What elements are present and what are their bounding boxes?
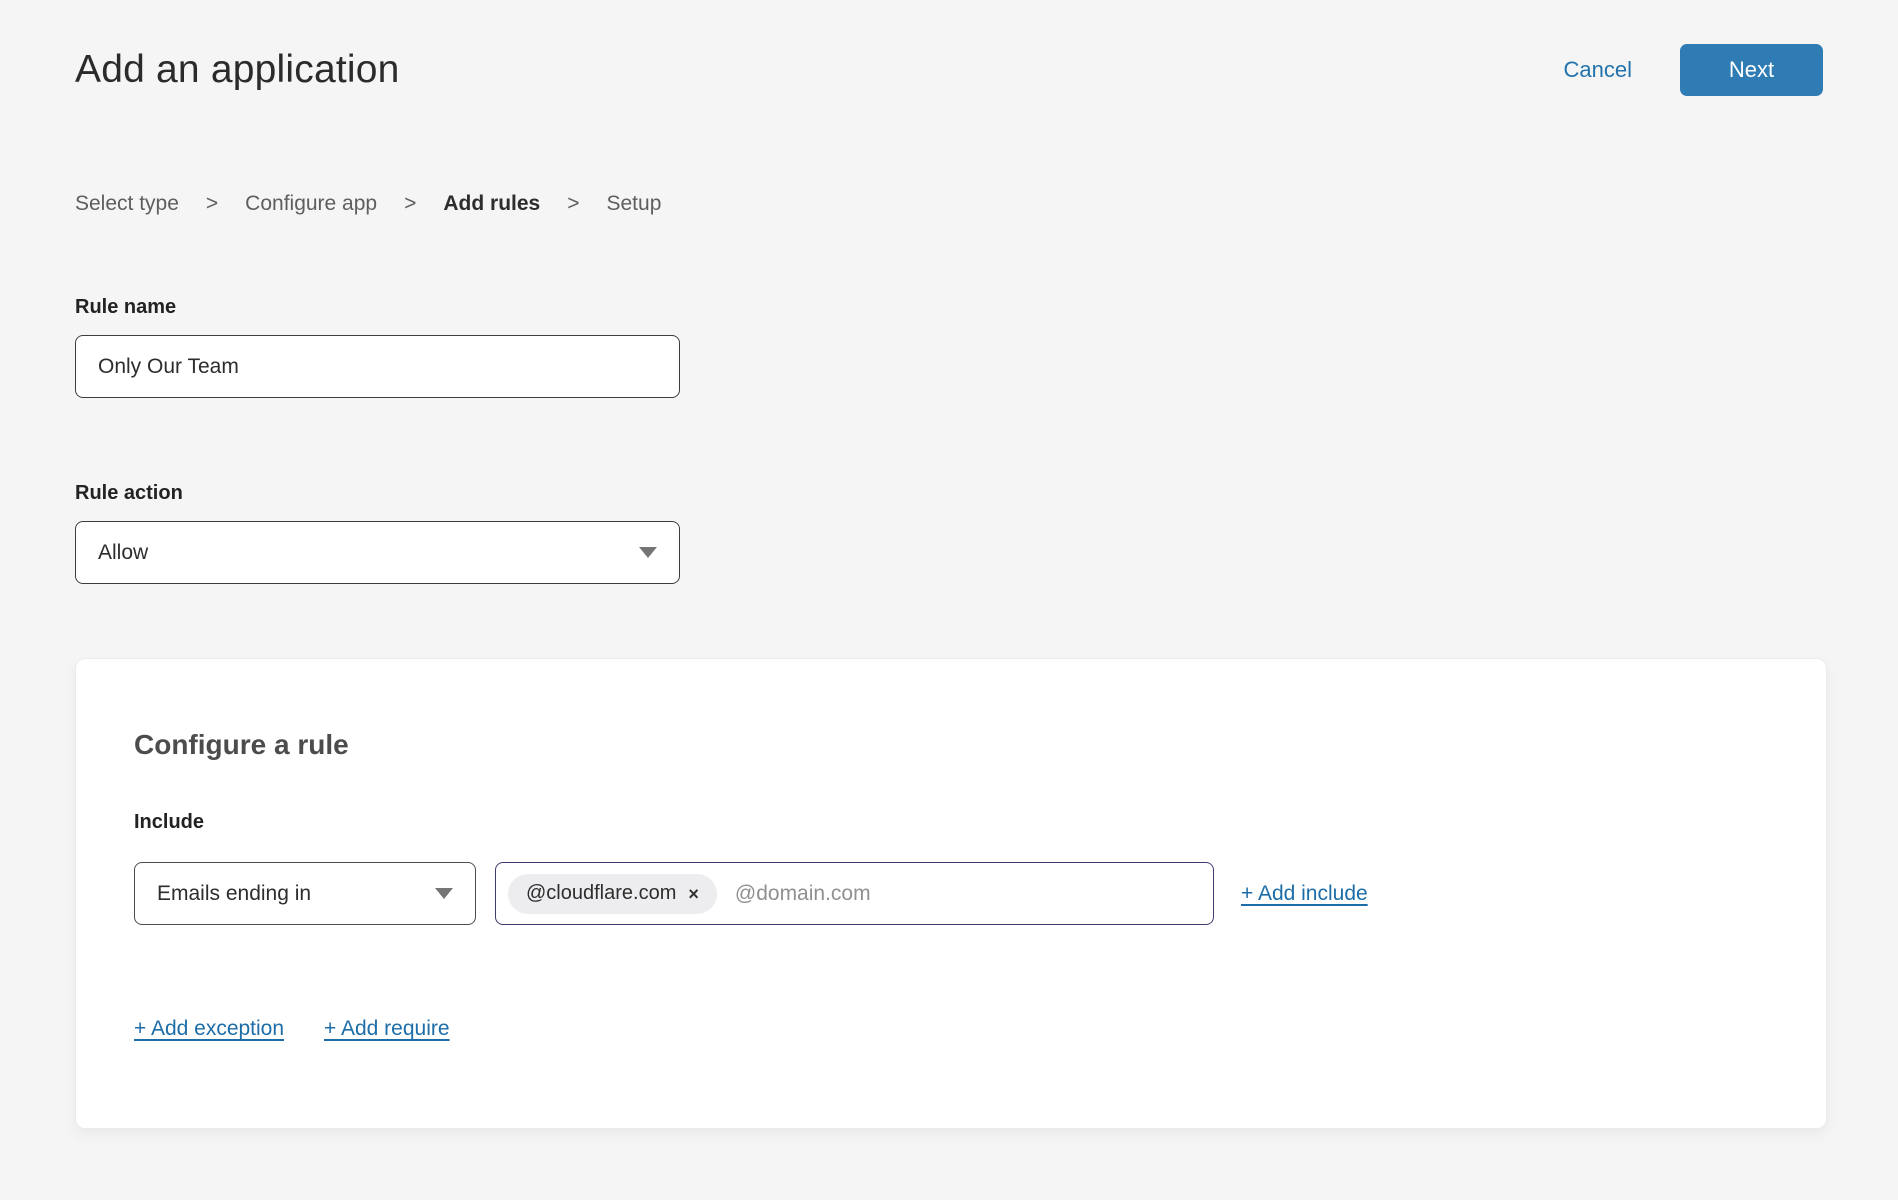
breadcrumb-separator: >	[567, 192, 579, 216]
add-include-link[interactable]: + Add include	[1241, 882, 1368, 906]
chevron-down-icon	[639, 547, 657, 558]
add-exception-link[interactable]: + Add exception	[134, 1017, 284, 1041]
add-require-link[interactable]: + Add require	[324, 1017, 450, 1041]
page-header: Add an application Cancel Next	[75, 0, 1823, 96]
include-type-selected-value: Emails ending in	[157, 882, 311, 906]
include-type-select[interactable]: Emails ending in	[134, 862, 476, 925]
rule-action-label: Rule action	[75, 482, 1823, 505]
rule-card-title: Configure a rule	[134, 729, 1768, 761]
rule-name-input[interactable]	[75, 335, 680, 398]
rule-extra-links: + Add exception + Add require	[134, 1017, 1768, 1041]
breadcrumb-step-setup[interactable]: Setup	[607, 192, 662, 216]
breadcrumb: Select type > Configure app > Add rules …	[75, 192, 1823, 216]
page-title: Add an application	[75, 48, 400, 92]
email-domain-chip: @cloudflare.com ×	[508, 874, 717, 914]
include-label: Include	[134, 811, 1768, 834]
chevron-down-icon	[435, 888, 453, 899]
configure-rule-card: Configure a rule Include Emails ending i…	[75, 658, 1827, 1129]
breadcrumb-separator: >	[404, 192, 416, 216]
breadcrumb-separator: >	[206, 192, 218, 216]
breadcrumb-step-select-type[interactable]: Select type	[75, 192, 179, 216]
rule-name-label: Rule name	[75, 296, 1823, 319]
rule-action-selected-value: Allow	[98, 541, 148, 565]
domain-entry-input[interactable]	[735, 882, 1201, 906]
chip-remove-icon[interactable]: ×	[688, 885, 699, 903]
breadcrumb-step-configure-app[interactable]: Configure app	[245, 192, 377, 216]
add-application-page: Add an application Cancel Next Select ty…	[0, 0, 1898, 1129]
next-button[interactable]: Next	[1680, 44, 1823, 96]
header-actions: Cancel Next	[1564, 44, 1823, 96]
include-value-tag-input[interactable]: @cloudflare.com ×	[495, 862, 1214, 925]
rule-action-select[interactable]: Allow	[75, 521, 680, 584]
breadcrumb-step-add-rules[interactable]: Add rules	[443, 192, 540, 216]
cancel-button[interactable]: Cancel	[1564, 57, 1632, 83]
include-row: Emails ending in @cloudflare.com × + Add…	[134, 862, 1768, 925]
email-domain-chip-text: @cloudflare.com	[526, 882, 676, 905]
